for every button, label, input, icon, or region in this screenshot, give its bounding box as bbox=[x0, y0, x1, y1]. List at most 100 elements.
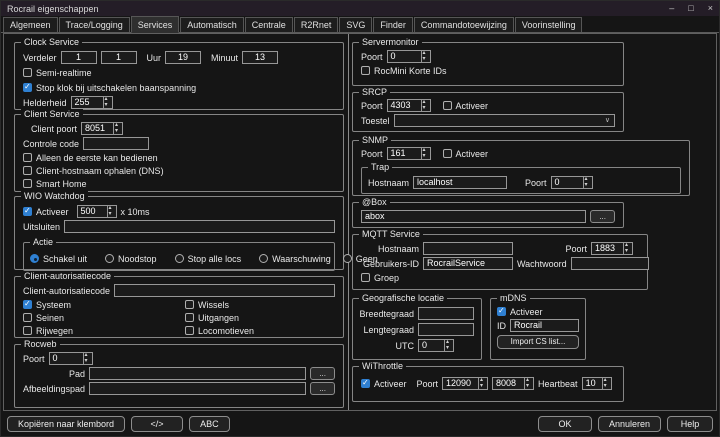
minuut-field[interactable]: 13 bbox=[242, 51, 278, 64]
srcp-activeer-checkbox[interactable] bbox=[443, 101, 452, 110]
wio-activeer-checkbox[interactable] bbox=[23, 207, 32, 216]
uur-label: Uur bbox=[147, 53, 162, 63]
tab-trace-logging[interactable]: Trace/Logging bbox=[59, 17, 130, 32]
tab-r2rnet[interactable]: R2Rnet bbox=[294, 17, 339, 32]
verdeler-field-1[interactable]: 1 bbox=[61, 51, 97, 64]
helderheid-spinner[interactable]: 255 bbox=[71, 96, 113, 109]
rocrail-properties-dialog: Rocrail eigenschappen – □ × Algemeen Tra… bbox=[0, 0, 720, 437]
uitgangen-checkbox[interactable] bbox=[185, 313, 194, 322]
spinner-arrows-icon[interactable] bbox=[421, 51, 430, 62]
close-icon[interactable]: × bbox=[708, 4, 713, 13]
afbeeldingspad-field[interactable] bbox=[89, 382, 306, 395]
client-hostnaam-dns-checkbox[interactable] bbox=[23, 166, 32, 175]
breedtegraad-field[interactable] bbox=[418, 307, 474, 320]
spinner-arrows-icon[interactable] bbox=[444, 340, 453, 351]
trap-hostnaam-field[interactable]: localhost bbox=[413, 176, 507, 189]
actie-stop-alle-locs-radio[interactable] bbox=[175, 254, 184, 263]
tab-automatisch[interactable]: Automatisch bbox=[180, 17, 244, 32]
wio-interval-spinner[interactable]: 500 bbox=[77, 205, 117, 218]
withrottle-activeer-checkbox[interactable] bbox=[361, 379, 370, 388]
withrottle-poort2-spinner[interactable]: 8008 bbox=[492, 377, 534, 390]
mqtt-hostnaam-field[interactable] bbox=[423, 242, 513, 255]
trap-poort-spinner[interactable]: 0 bbox=[551, 176, 593, 189]
spinner-arrows-icon[interactable] bbox=[478, 378, 487, 389]
controle-code-field[interactable] bbox=[83, 137, 149, 150]
snmp-poort-spinner[interactable]: 161 bbox=[387, 147, 431, 160]
spinner-arrows-icon[interactable] bbox=[602, 378, 611, 389]
copy-to-clipboard-button[interactable]: Kopiëren naar klembord bbox=[7, 416, 125, 432]
spinner-arrows-icon[interactable] bbox=[83, 353, 92, 364]
spinner-arrows-icon[interactable] bbox=[103, 97, 112, 108]
pad-browse-button[interactable]: ... bbox=[310, 367, 335, 380]
ok-button[interactable]: OK bbox=[538, 416, 592, 432]
spinner-arrows-icon[interactable] bbox=[421, 148, 430, 159]
autorisatiecode-label: Client-autorisatiecode bbox=[23, 286, 110, 296]
tab-voorinstelling[interactable]: Voorinstelling bbox=[515, 17, 583, 32]
actie-noodstop-radio[interactable] bbox=[105, 254, 114, 263]
actie-stop-alle-locs-label: Stop alle locs bbox=[188, 254, 242, 264]
uitsluiten-field[interactable] bbox=[64, 220, 335, 233]
import-cs-list-button[interactable]: Import CS list... bbox=[497, 335, 579, 349]
tab-commandotoewijzing[interactable]: Commandotoewijzing bbox=[414, 17, 514, 32]
cancel-button[interactable]: Annuleren bbox=[598, 416, 661, 432]
abox-field[interactable]: abox bbox=[361, 210, 586, 223]
rocweb-poort-spinner[interactable]: 0 bbox=[49, 352, 93, 365]
utc-spinner[interactable]: 0 bbox=[418, 339, 454, 352]
actie-geen-radio[interactable] bbox=[343, 254, 352, 263]
tab-services[interactable]: Services bbox=[131, 16, 180, 33]
spinner-arrows-icon[interactable] bbox=[524, 378, 533, 389]
spinner-arrows-icon[interactable] bbox=[421, 100, 430, 111]
group-actie: Actie Schakel uit Noodstop Stop alle loc… bbox=[23, 242, 335, 271]
group-client-service: Client Service Client poort 8051 Control… bbox=[14, 114, 344, 192]
systeem-checkbox[interactable] bbox=[23, 300, 32, 309]
uitgangen-label: Uitgangen bbox=[198, 313, 239, 323]
actie-waarschuwing-radio[interactable] bbox=[259, 254, 268, 263]
srcp-poort-spinner[interactable]: 4303 bbox=[387, 99, 431, 112]
mqtt-poort-spinner[interactable]: 1883 bbox=[591, 242, 633, 255]
pad-field[interactable] bbox=[89, 367, 306, 380]
tab-finder[interactable]: Finder bbox=[373, 17, 413, 32]
mdns-activeer-checkbox[interactable] bbox=[497, 307, 506, 316]
semi-realtime-checkbox[interactable] bbox=[23, 68, 32, 77]
gebruikers-id-field[interactable]: RocrailService bbox=[423, 257, 513, 270]
afbeeldingspad-browse-button[interactable]: ... bbox=[310, 382, 335, 395]
column-divider bbox=[348, 34, 349, 410]
verdeler-field-2[interactable]: 1 bbox=[101, 51, 137, 64]
smart-home-checkbox[interactable] bbox=[23, 179, 32, 188]
rocmini-korte-ids-checkbox[interactable] bbox=[361, 66, 370, 75]
servermonitor-poort-spinner[interactable]: 0 bbox=[387, 50, 431, 63]
client-poort-spinner[interactable]: 8051 bbox=[81, 122, 123, 135]
spinner-arrows-icon[interactable] bbox=[107, 206, 116, 217]
alleen-eerste-checkbox[interactable] bbox=[23, 153, 32, 162]
mdns-id-field[interactable]: Rocrail bbox=[510, 319, 579, 332]
toestel-dropdown[interactable]: ∨ bbox=[394, 114, 615, 127]
tab-centrale[interactable]: Centrale bbox=[245, 17, 293, 32]
rijwegen-checkbox[interactable] bbox=[23, 326, 32, 335]
uur-field[interactable]: 19 bbox=[165, 51, 201, 64]
client-autorisatiecode-title: Client-autorisatiecode bbox=[21, 271, 114, 282]
wissels-checkbox[interactable] bbox=[185, 300, 194, 309]
spinner-arrows-icon[interactable] bbox=[113, 123, 122, 134]
spinner-arrows-icon[interactable] bbox=[583, 177, 592, 188]
lengtegraad-field[interactable] bbox=[418, 323, 474, 336]
spinner-arrows-icon[interactable] bbox=[623, 243, 632, 254]
autorisatiecode-field[interactable] bbox=[114, 284, 335, 297]
maximize-icon[interactable]: □ bbox=[688, 4, 693, 13]
locomotieven-checkbox[interactable] bbox=[185, 326, 194, 335]
heartbeat-spinner[interactable]: 10 bbox=[582, 377, 612, 390]
mqtt-poort-label: Poort bbox=[565, 244, 587, 254]
stop-klok-checkbox[interactable] bbox=[23, 83, 32, 92]
minimize-icon[interactable]: – bbox=[669, 4, 674, 13]
withrottle-poort-spinner[interactable]: 12090 bbox=[442, 377, 488, 390]
groep-checkbox[interactable] bbox=[361, 273, 370, 282]
wachtwoord-field[interactable] bbox=[571, 257, 649, 270]
seinen-checkbox[interactable] bbox=[23, 313, 32, 322]
tab-algemeen[interactable]: Algemeen bbox=[3, 17, 58, 32]
abc-button[interactable]: ABC bbox=[189, 416, 230, 432]
help-button[interactable]: Help bbox=[667, 416, 713, 432]
xml-code-button[interactable]: </> bbox=[131, 416, 183, 432]
snmp-activeer-checkbox[interactable] bbox=[443, 149, 452, 158]
actie-schakel-uit-radio[interactable] bbox=[30, 254, 39, 263]
tab-svg[interactable]: SVG bbox=[339, 17, 372, 32]
abox-browse-button[interactable]: ... bbox=[590, 210, 615, 223]
